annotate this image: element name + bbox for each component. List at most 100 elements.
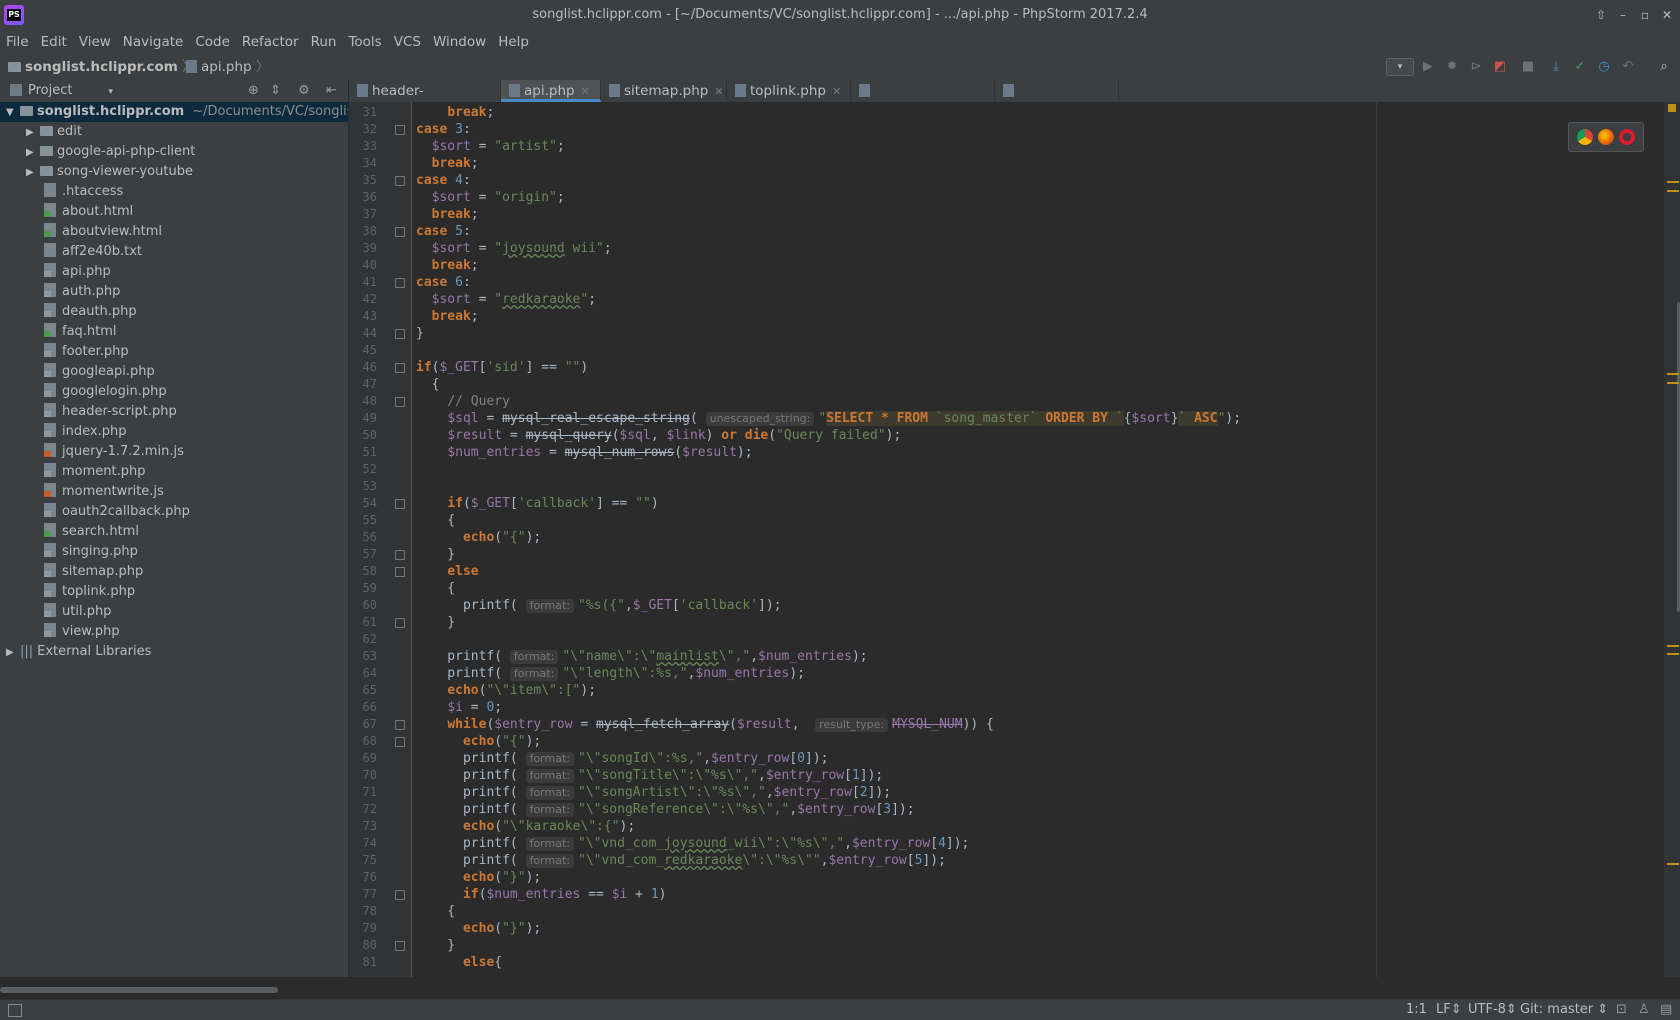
menu-refactor[interactable]: Refactor xyxy=(236,30,305,54)
tree-external-libraries[interactable]: ▶ ||| External Libraries xyxy=(6,642,151,662)
tree-item[interactable]: ▶ edit xyxy=(26,122,82,142)
tree-item[interactable]: toplink.php xyxy=(44,582,135,602)
tree-item[interactable]: jquery-1.7.2.min.js xyxy=(44,442,184,462)
fold-marker-icon[interactable] xyxy=(395,125,405,135)
project-horizontal-scrollbar[interactable] xyxy=(0,987,278,993)
fold-marker-icon[interactable] xyxy=(395,618,405,628)
tree-item[interactable]: util.php xyxy=(44,602,111,622)
menu-vcs[interactable]: VCS xyxy=(388,30,427,54)
line-separator[interactable]: LF⇕ xyxy=(1436,1000,1462,1020)
tree-item[interactable]: api.php xyxy=(44,262,111,282)
warning-mark[interactable] xyxy=(1667,863,1679,866)
tree-item[interactable]: deauth.php xyxy=(44,302,137,322)
minimize-icon[interactable]: – xyxy=(1614,7,1632,23)
menu-view[interactable]: View xyxy=(73,30,117,54)
chrome-icon[interactable] xyxy=(1577,129,1593,145)
tree-item[interactable]: aboutview.html xyxy=(44,222,162,242)
fold-marker-icon[interactable] xyxy=(395,499,405,509)
fold-marker-icon[interactable] xyxy=(395,227,405,237)
locate-icon[interactable]: ⊕ xyxy=(248,83,259,98)
maximize-icon[interactable]: ▫ xyxy=(1636,7,1654,23)
warning-mark[interactable] xyxy=(1667,373,1679,376)
revert-icon[interactable]: ↶ xyxy=(1620,59,1636,75)
tree-item[interactable]: about.html xyxy=(44,202,133,222)
project-view-selector[interactable]: Project ▾ xyxy=(28,80,113,103)
menu-edit[interactable]: Edit xyxy=(35,30,73,54)
tree-item[interactable]: index.php xyxy=(44,422,126,442)
tree-item[interactable]: singing.php xyxy=(44,542,138,562)
tab-close-icon[interactable]: ✕ xyxy=(581,85,590,98)
run-config-dropdown[interactable]: ▾ xyxy=(1386,58,1414,76)
tree-item[interactable]: googleapi.php xyxy=(44,362,155,382)
error-stripe[interactable] xyxy=(1664,102,1680,977)
fold-marker-icon[interactable] xyxy=(395,329,405,339)
window-up-icon[interactable]: ⇧ xyxy=(1592,7,1610,23)
tab-close-icon[interactable]: ✕ xyxy=(714,85,723,98)
event-log-icon[interactable]: ▤ xyxy=(1660,1000,1672,1020)
editor-tab[interactable]: header-script.php✕ xyxy=(349,80,501,121)
gear-icon[interactable]: ⚙ xyxy=(298,83,310,98)
warning-status-icon[interactable] xyxy=(1668,104,1676,112)
fold-marker-icon[interactable] xyxy=(395,567,405,577)
menu-window[interactable]: Window xyxy=(427,30,492,54)
firefox-icon[interactable] xyxy=(1598,129,1614,145)
tree-item[interactable]: ▶ google-api-php-client xyxy=(26,142,195,162)
tree-item[interactable]: ▶ song-viewer-youtube xyxy=(26,162,193,182)
fold-marker-icon[interactable] xyxy=(395,550,405,560)
menu-code[interactable]: Code xyxy=(189,30,236,54)
tree-item[interactable]: faq.html xyxy=(44,322,117,342)
coverage-icon[interactable]: ⊳ xyxy=(1468,59,1484,75)
breadcrumb-project[interactable]: songlist.hclippr.com 〉 xyxy=(8,54,196,80)
fold-marker-icon[interactable] xyxy=(395,278,405,288)
tree-item[interactable]: header-script.php xyxy=(44,402,177,422)
tab-close-icon[interactable]: ✕ xyxy=(832,85,841,98)
vcs-branch[interactable]: Git: master ⇕ xyxy=(1520,1000,1608,1020)
fold-marker-icon[interactable] xyxy=(395,720,405,730)
tree-item[interactable]: .htaccess xyxy=(44,182,123,202)
vcs-history-icon[interactable]: ◷ xyxy=(1596,59,1612,75)
tree-item[interactable]: view.php xyxy=(44,622,120,642)
debug-icon[interactable]: ✹ xyxy=(1444,59,1460,75)
hide-panel-icon[interactable]: ⇤ xyxy=(326,83,337,98)
fold-marker-icon[interactable] xyxy=(395,397,405,407)
code-editor[interactable]: break; case 3: $sort = "artist"; break; ca… xyxy=(412,102,1680,977)
run-icon[interactable]: ▶ xyxy=(1420,59,1436,75)
vcs-commit-icon[interactable]: ✓ xyxy=(1572,59,1588,75)
collapse-all-icon[interactable]: ⇕ xyxy=(270,83,281,98)
warning-mark[interactable] xyxy=(1667,189,1679,192)
fold-marker-icon[interactable] xyxy=(395,176,405,186)
tree-item[interactable]: momentwrite.js xyxy=(44,482,164,502)
menu-help[interactable]: Help xyxy=(492,30,535,54)
fold-marker-icon[interactable] xyxy=(395,363,405,373)
tree-item[interactable]: moment.php xyxy=(44,462,146,482)
editor-tab[interactable]: momentwrite.js✕ xyxy=(851,80,995,121)
fold-marker-icon[interactable] xyxy=(395,737,405,747)
profile-icon[interactable]: ◩ xyxy=(1492,59,1508,75)
menu-navigate[interactable]: Navigate xyxy=(117,30,190,54)
tree-item[interactable]: aff2e40b.txt xyxy=(44,242,142,262)
warning-mark[interactable] xyxy=(1667,180,1679,183)
vcs-update-icon[interactable]: ⤓ xyxy=(1548,59,1564,75)
tree-item[interactable]: footer.php xyxy=(44,342,129,362)
menu-file[interactable]: File xyxy=(0,30,35,54)
warning-mark[interactable] xyxy=(1667,382,1679,384)
inspector-icon[interactable]: ♙ xyxy=(1638,1000,1650,1020)
stop-icon[interactable]: ■ xyxy=(1520,59,1536,75)
warning-mark[interactable] xyxy=(1667,653,1679,656)
editor-tab[interactable]: api.php ✕ xyxy=(501,80,601,102)
search-icon[interactable]: ⌕ xyxy=(1656,59,1672,75)
file-encoding[interactable]: UTF-8⇕ xyxy=(1468,1000,1517,1020)
tree-item[interactable]: sitemap.php xyxy=(44,562,143,582)
tree-item[interactable]: oauth2callback.php xyxy=(44,502,190,522)
tree-item[interactable]: googlelogin.php xyxy=(44,382,167,402)
warning-mark[interactable] xyxy=(1667,644,1679,647)
close-icon[interactable]: ✕ xyxy=(1658,7,1676,23)
tree-item[interactable]: auth.php xyxy=(44,282,120,302)
tree-item[interactable]: search.html xyxy=(44,522,139,542)
tool-windows-icon[interactable] xyxy=(8,1004,22,1017)
menu-run[interactable]: Run xyxy=(305,30,343,54)
opera-icon[interactable] xyxy=(1619,129,1635,145)
editor-tab[interactable]: sitemap.php ✕ xyxy=(601,80,727,102)
menu-tools[interactable]: Tools xyxy=(342,30,387,54)
lock-icon[interactable]: ⊡ xyxy=(1616,1000,1627,1020)
